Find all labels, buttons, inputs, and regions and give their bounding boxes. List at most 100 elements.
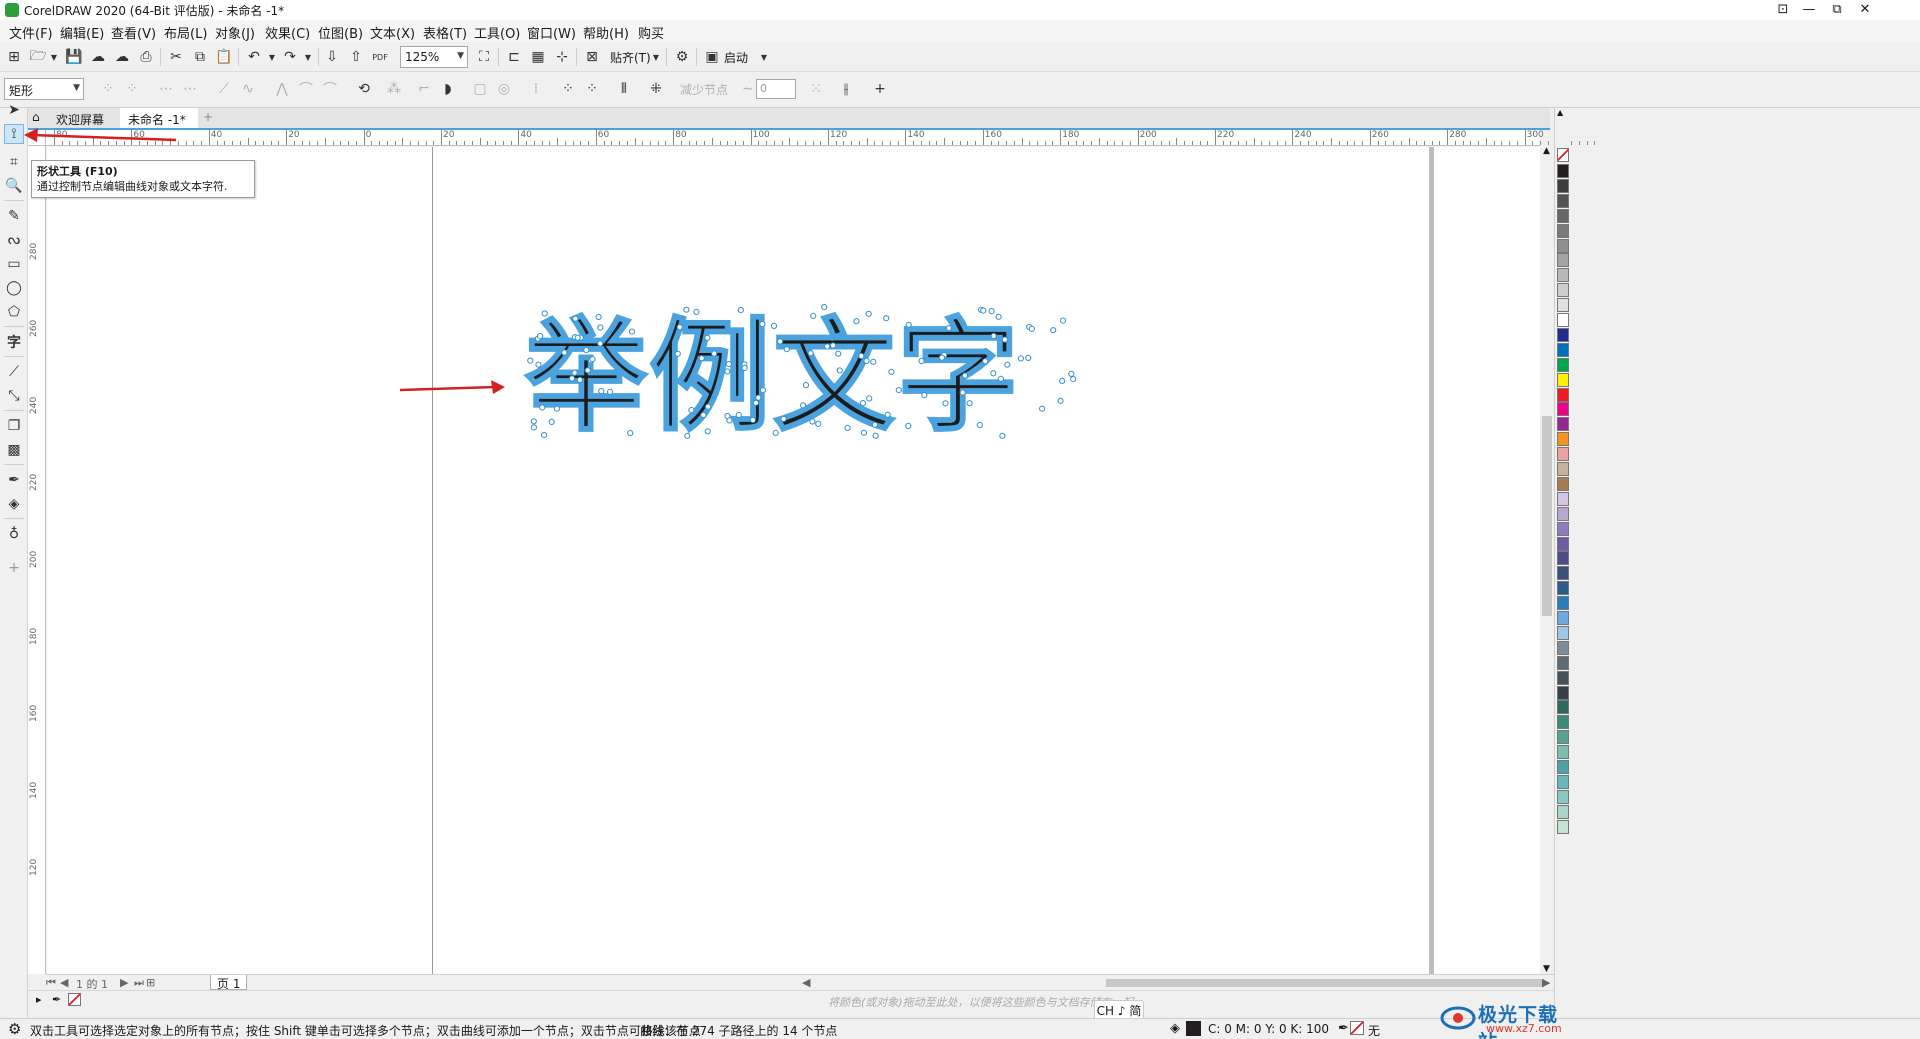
- menu-table[interactable]: 表格(T): [423, 23, 467, 42]
- to-curve-icon[interactable]: ∿: [238, 79, 258, 99]
- shape-node[interactable]: [755, 394, 762, 401]
- cut-icon[interactable]: ✂: [166, 47, 186, 67]
- shape-node[interactable]: [584, 367, 591, 374]
- shape-node[interactable]: [942, 400, 949, 407]
- node-selection-icon[interactable]: ⁙: [806, 79, 826, 99]
- shape-node[interactable]: [597, 340, 604, 347]
- elastic-mode-icon[interactable]: ⫴: [614, 79, 634, 99]
- page-tab[interactable]: 页 1: [210, 975, 248, 991]
- full-screen-icon[interactable]: ⛶: [474, 47, 494, 67]
- print-icon[interactable]: ⎙: [136, 47, 156, 67]
- menu-text[interactable]: 文本(X): [370, 23, 415, 42]
- shape-node[interactable]: [1059, 377, 1066, 384]
- shape-node[interactable]: [800, 402, 807, 409]
- drop-shadow-tool-icon[interactable]: ❐: [4, 416, 24, 436]
- shape-node[interactable]: [990, 370, 997, 377]
- color-swatch[interactable]: [1557, 491, 1569, 506]
- vertical-ruler[interactable]: 280 260 240 220 200 180 160 140 120: [28, 146, 46, 974]
- scroll-left-icon[interactable]: ◀: [802, 976, 810, 989]
- text-tool-icon[interactable]: 字: [4, 332, 24, 352]
- cloud-upload-icon[interactable]: ☁: [112, 47, 132, 67]
- snap-to-dropdown[interactable]: 贴齐(T): [610, 49, 651, 66]
- shape-node[interactable]: [737, 307, 744, 314]
- copy-icon[interactable]: ⧉: [190, 47, 210, 67]
- color-swatch[interactable]: [1557, 164, 1569, 178]
- menu-file[interactable]: 文件(F): [9, 23, 53, 42]
- menu-help[interactable]: 帮助(H): [583, 23, 629, 42]
- add-node-icon[interactable]: ⁘: [98, 79, 118, 99]
- shape-node[interactable]: [865, 310, 872, 317]
- snap-off-icon[interactable]: ⊠: [582, 47, 602, 67]
- shape-node[interactable]: [1039, 405, 1046, 412]
- color-swatch[interactable]: [1557, 700, 1569, 715]
- shape-node[interactable]: [844, 424, 851, 431]
- color-swatch[interactable]: [1557, 313, 1569, 327]
- add-tab-button[interactable]: +: [200, 108, 216, 128]
- shape-node[interactable]: [959, 389, 966, 396]
- home-icon[interactable]: ⌂: [28, 108, 48, 128]
- pick-tool-icon[interactable]: ➤: [4, 100, 24, 120]
- color-swatch[interactable]: [1557, 342, 1569, 357]
- ellipse-tool-icon[interactable]: ◯: [4, 278, 24, 298]
- color-swatch[interactable]: [1557, 327, 1569, 342]
- launch-button[interactable]: 启动: [724, 49, 748, 66]
- shape-node[interactable]: [905, 422, 912, 429]
- shape-node[interactable]: [568, 375, 576, 382]
- show-grid-icon[interactable]: ▦: [528, 47, 548, 67]
- color-swatch[interactable]: [1557, 417, 1569, 432]
- node-alignment-icon[interactable]: ⫲: [836, 79, 856, 99]
- page-next-icon[interactable]: ▶: [120, 976, 128, 989]
- undo-dropdown-icon[interactable]: ▼: [262, 47, 282, 67]
- shape-node[interactable]: [884, 411, 891, 418]
- fill-color-swatch[interactable]: [1186, 1021, 1201, 1036]
- smooth-node-icon[interactable]: ⌒: [296, 79, 316, 99]
- add-property-icon[interactable]: +: [870, 79, 890, 99]
- scroll-up-icon[interactable]: ▲: [1543, 146, 1550, 156]
- color-swatch[interactable]: [1557, 745, 1569, 760]
- shape-node[interactable]: [595, 313, 602, 321]
- shape-node[interactable]: [553, 405, 560, 412]
- smart-fill-tool-icon[interactable]: ♁: [4, 524, 24, 544]
- shape-node[interactable]: [726, 417, 733, 424]
- shape-node[interactable]: [961, 372, 969, 379]
- shape-node[interactable]: [945, 325, 953, 332]
- shape-node[interactable]: [772, 429, 779, 436]
- shape-node[interactable]: [574, 334, 581, 341]
- shape-node[interactable]: [537, 333, 544, 340]
- menu-view[interactable]: 查看(V): [111, 23, 156, 42]
- page-prev-icon[interactable]: ◀: [60, 976, 68, 989]
- shape-node[interactable]: [802, 382, 810, 389]
- color-swatch[interactable]: [1557, 298, 1569, 313]
- shape-node[interactable]: [783, 346, 790, 353]
- color-swatch[interactable]: [1557, 208, 1569, 223]
- export-icon[interactable]: ⇧: [346, 47, 366, 67]
- color-swatch[interactable]: [1557, 566, 1569, 581]
- scroll-down-icon[interactable]: ▼: [1543, 964, 1550, 974]
- shape-node[interactable]: [724, 368, 731, 375]
- add-page-icon[interactable]: ⊞: [146, 976, 155, 989]
- symmetrical-node-icon[interactable]: ⌒: [320, 79, 340, 99]
- polygon-tool-icon[interactable]: ⬠: [4, 302, 24, 322]
- vertical-scrollbar[interactable]: ▲ ▼: [1540, 146, 1554, 974]
- zoom-level-select[interactable]: 125% ▼: [400, 46, 468, 68]
- shape-node[interactable]: [735, 411, 742, 419]
- shape-node[interactable]: [1001, 336, 1009, 343]
- palette-scroll-up-icon[interactable]: ▲: [1557, 108, 1563, 117]
- color-swatch[interactable]: [1557, 253, 1569, 268]
- paste-icon[interactable]: 📋: [214, 47, 234, 67]
- color-swatch[interactable]: [1557, 223, 1569, 238]
- shape-node[interactable]: [938, 354, 946, 361]
- import-icon[interactable]: ⇩: [322, 47, 342, 67]
- curve-smoothness-field[interactable]: 0: [756, 79, 796, 99]
- color-swatch[interactable]: [1557, 655, 1569, 670]
- shape-node[interactable]: [770, 322, 778, 329]
- shape-node[interactable]: [741, 364, 748, 372]
- shape-node[interactable]: [895, 387, 902, 394]
- shape-node[interactable]: [571, 369, 578, 376]
- color-swatch[interactable]: [1557, 283, 1569, 298]
- shape-node[interactable]: [999, 432, 1006, 439]
- shape-node[interactable]: [576, 376, 584, 383]
- reverse-direction-icon[interactable]: ⟲: [354, 79, 374, 99]
- shape-node[interactable]: [780, 415, 787, 422]
- shape-node[interactable]: [988, 308, 995, 315]
